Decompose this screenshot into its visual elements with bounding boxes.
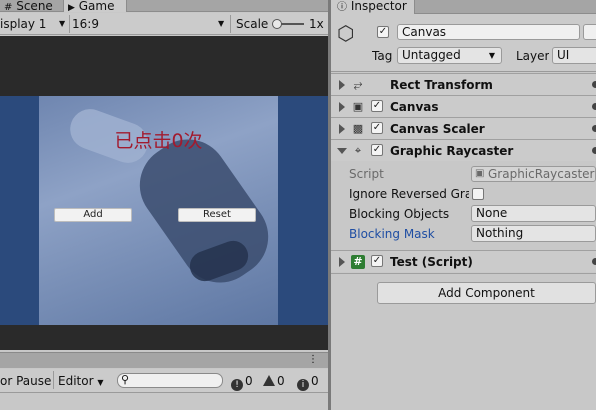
error-pause-toggle[interactable]: or Pause: [0, 369, 51, 393]
foldout-arrow-icon[interactable]: [339, 102, 345, 112]
component-divider: [331, 273, 596, 274]
component-title: Canvas Scaler: [390, 122, 485, 136]
component-title: Graphic Raycaster: [390, 144, 514, 158]
dropdown-arrow-icon: ▼: [59, 19, 66, 28]
scale-value: 1x: [309, 17, 324, 31]
grid-icon: #: [4, 2, 13, 12]
click-count-label: 已点击0次: [114, 130, 203, 152]
component-menu-icon[interactable]: [592, 125, 596, 132]
component-menu-icon[interactable]: [592, 147, 596, 154]
canvas-scaler-icon: ▩: [352, 122, 364, 135]
scale-label: Scale: [236, 17, 269, 31]
component-title: Test (Script): [390, 255, 473, 269]
tab-game[interactable]: ▶ Game: [63, 0, 127, 12]
component-graphic-raycaster[interactable]: ⌖ ✓ Graphic Raycaster: [331, 139, 596, 161]
component-menu-icon[interactable]: [592, 103, 596, 110]
game-canvas: 已点击0次 Add Reset: [0, 96, 328, 325]
display-dropdown[interactable]: isplay 1 ▼: [0, 13, 68, 35]
object-header: ⬡ ✓ Canvas Tag Untagged ▼ Layer UI: [331, 14, 596, 72]
component-enabled-checkbox[interactable]: ✓: [371, 122, 383, 134]
dropdown-arrow-icon: ▼: [218, 19, 225, 28]
warning-icon: [263, 375, 275, 386]
search-icon: ⚲: [121, 373, 130, 386]
dropdown-arrow-icon: ▼: [97, 378, 104, 387]
rect-transform-icon: ⥂: [353, 78, 363, 91]
info-icon: ⓘ: [337, 2, 347, 13]
foldout-arrow-icon[interactable]: [337, 148, 347, 154]
ignore-reversed-checkbox[interactable]: [472, 188, 484, 200]
foldout-arrow-icon[interactable]: [339, 124, 345, 134]
script-field: ▣ GraphicRaycaster: [471, 166, 596, 182]
error-count[interactable]: ! 0: [231, 369, 253, 393]
component-canvas[interactable]: ▣ ✓ Canvas: [331, 95, 596, 117]
view-tabbar: # Scene ▶ Game: [0, 0, 328, 12]
component-canvas-scaler[interactable]: ▩ ✓ Canvas Scaler: [331, 117, 596, 139]
reset-button[interactable]: Reset: [178, 208, 256, 222]
cube-icon: ⬡: [337, 21, 355, 45]
dropdown-arrow-icon: ▼: [488, 51, 495, 60]
component-menu-icon[interactable]: [592, 258, 596, 265]
editor-dropdown[interactable]: Editor ▼: [58, 369, 104, 393]
message-count[interactable]: i0: [297, 369, 319, 393]
component-test-script[interactable]: # ✓ Test (Script): [331, 250, 596, 272]
blocking-objects-label: Blocking Objects: [349, 207, 450, 221]
error-icon: !: [231, 379, 243, 391]
inspector-panel: ⓘ Inspector ⬡ ✓ Canvas Tag Untagged ▼ La…: [331, 0, 596, 410]
layer-dropdown[interactable]: UI: [552, 47, 596, 64]
component-enabled-checkbox[interactable]: ✓: [371, 100, 383, 112]
script-file-icon: ▣: [475, 168, 485, 179]
blocking-objects-dropdown[interactable]: None: [471, 205, 596, 222]
game-view[interactable]: 已点击0次 Add Reset: [0, 36, 328, 350]
inspector-tabbar: ⓘ Inspector: [331, 0, 596, 14]
tab-scene[interactable]: # Scene: [0, 0, 62, 12]
divider: [69, 15, 70, 33]
gamepad-icon: ▶: [68, 3, 75, 12]
add-button[interactable]: Add: [54, 208, 132, 222]
canvas-icon: ▣: [352, 100, 364, 113]
background-image: 已点击0次 Add Reset: [39, 96, 278, 325]
component-title: Canvas: [390, 100, 439, 114]
slider-thumb[interactable]: [272, 19, 282, 29]
console-log-area[interactable]: [0, 394, 328, 410]
script-label: Script: [349, 167, 384, 181]
add-component-button[interactable]: Add Component: [377, 282, 596, 304]
foldout-arrow-icon[interactable]: [339, 80, 345, 90]
divider: [230, 15, 231, 33]
warning-count[interactable]: 0: [263, 369, 285, 393]
divider: [53, 371, 54, 389]
object-name-field[interactable]: Canvas: [397, 24, 580, 40]
static-field[interactable]: [583, 24, 596, 40]
component-rect-transform[interactable]: ⥂ Rect Transform: [331, 73, 596, 95]
blocking-mask-label: Blocking Mask: [349, 227, 435, 241]
console-header: ⋮: [0, 352, 328, 368]
scale-slider[interactable]: [272, 19, 304, 29]
raycaster-properties: Script ▣ GraphicRaycaster Ignore Reverse…: [331, 162, 596, 248]
info-icon: i: [297, 379, 309, 391]
layer-label: Layer: [516, 49, 550, 63]
ignore-reversed-label: Ignore Reversed Grap: [349, 187, 469, 201]
component-title: Rect Transform: [390, 78, 493, 92]
script-icon: #: [351, 255, 365, 269]
tab-inspector[interactable]: ⓘ Inspector: [331, 0, 415, 14]
more-options-icon[interactable]: ⋮: [308, 354, 318, 365]
component-menu-icon[interactable]: [592, 81, 596, 88]
blocking-mask-dropdown[interactable]: Nothing: [471, 225, 596, 242]
foldout-arrow-icon[interactable]: [339, 257, 345, 267]
game-panel: # Scene ▶ Game isplay 1 ▼ 16:9 ▼ Scale 1…: [0, 0, 328, 410]
aspect-dropdown[interactable]: 16:9 ▼: [72, 13, 228, 35]
console-search-input[interactable]: ⚲: [117, 373, 223, 388]
tag-label: Tag: [372, 49, 393, 63]
game-toolbar: isplay 1 ▼ 16:9 ▼ Scale 1x: [0, 13, 328, 35]
console-toolbar: or Pause Editor ▼ ⚲ ! 0 0 i0: [0, 369, 328, 393]
component-enabled-checkbox[interactable]: ✓: [371, 144, 383, 156]
tag-dropdown[interactable]: Untagged ▼: [397, 47, 502, 64]
component-enabled-checkbox[interactable]: ✓: [371, 255, 383, 267]
raycaster-icon: ⌖: [354, 144, 362, 157]
object-active-checkbox[interactable]: ✓: [377, 26, 389, 38]
